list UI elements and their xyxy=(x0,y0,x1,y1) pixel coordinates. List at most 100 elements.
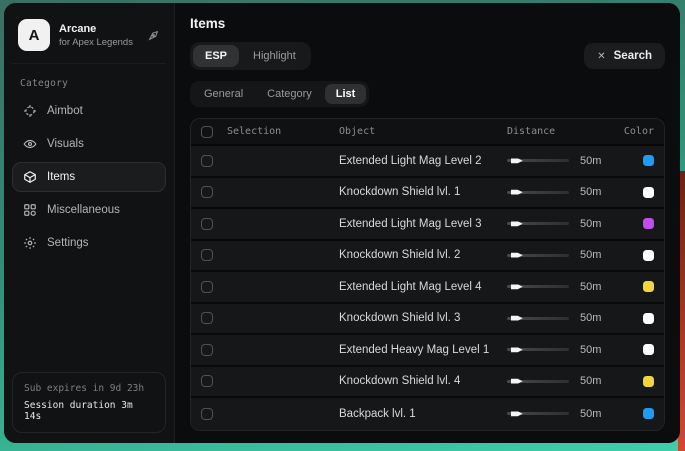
color-swatch[interactable] xyxy=(643,250,654,261)
table-row: Knockdown Shield lvl. 250m xyxy=(191,241,664,273)
distance-slider[interactable] xyxy=(507,317,569,320)
search-button-label: Search xyxy=(614,50,652,62)
app-window: A Arcane for Apex Legends Category Aimbo… xyxy=(4,3,680,443)
slider-thumb[interactable] xyxy=(511,316,523,321)
row-checkbox[interactable] xyxy=(201,218,213,230)
distance-slider[interactable] xyxy=(507,285,569,288)
row-checkbox[interactable] xyxy=(201,344,213,356)
app-logo: A xyxy=(18,19,50,51)
distance-cell: 50m xyxy=(507,408,612,420)
sidebar-item-label: Aimbot xyxy=(47,105,83,117)
table-row: Backpack lvl. 1 50m xyxy=(191,398,664,430)
table-row: Extended Light Mag Level 250m xyxy=(191,146,664,178)
distance-cell: 50m xyxy=(507,344,612,356)
column-selection: Selection xyxy=(227,126,339,137)
sidebar-item-label: Visuals xyxy=(47,138,84,150)
table-row: Extended Light Mag Level 350m xyxy=(191,209,664,241)
items-table: Selection Object Distance Color Extended… xyxy=(190,118,665,431)
distance-slider[interactable] xyxy=(507,254,569,257)
slider-thumb[interactable] xyxy=(511,158,523,163)
slider-thumb[interactable] xyxy=(511,411,523,416)
slider-thumb[interactable] xyxy=(511,347,523,352)
distance-slider[interactable] xyxy=(507,159,569,162)
distance-value: 50m xyxy=(580,281,606,293)
distance-slider[interactable] xyxy=(507,412,569,415)
row-checkbox[interactable] xyxy=(201,155,213,167)
color-cell xyxy=(612,376,654,387)
pin-icon[interactable] xyxy=(147,29,160,42)
table-header: Selection Object Distance Color xyxy=(191,119,664,146)
mode-tab-group: ESPHighlight xyxy=(190,42,311,70)
app-title-block: Arcane for Apex Legends xyxy=(59,23,133,48)
session-duration-text: Session duration 3m 14s xyxy=(24,400,154,422)
row-checkbox[interactable] xyxy=(201,408,213,420)
crosshair-icon xyxy=(23,104,37,118)
sidebar: A Arcane for Apex Legends Category Aimbo… xyxy=(4,3,174,443)
color-swatch[interactable] xyxy=(643,187,654,198)
main-panel: Items ESPHighlight ✕ Search GeneralCateg… xyxy=(174,3,680,443)
tab-esp[interactable]: ESP xyxy=(193,45,239,67)
distance-value: 50m xyxy=(580,408,606,420)
tab-highlight[interactable]: Highlight xyxy=(241,45,308,67)
distance-value: 50m xyxy=(580,249,606,261)
distance-value: 50m xyxy=(580,218,606,230)
view-tab-group: GeneralCategoryList xyxy=(190,81,369,107)
distance-slider[interactable] xyxy=(507,380,569,383)
row-checkbox[interactable] xyxy=(201,249,213,261)
sidebar-item-settings[interactable]: Settings xyxy=(12,228,166,258)
distance-value: 50m xyxy=(580,375,606,387)
table-row: Knockdown Shield lvl. 150m xyxy=(191,178,664,210)
distance-value: 50m xyxy=(580,186,606,198)
color-cell xyxy=(612,218,654,229)
tab-category[interactable]: Category xyxy=(256,84,323,104)
row-checkbox[interactable] xyxy=(201,312,213,324)
app-name: Arcane xyxy=(59,23,133,35)
distance-slider[interactable] xyxy=(507,191,569,194)
distance-slider[interactable] xyxy=(507,348,569,351)
color-cell xyxy=(612,250,654,261)
slider-thumb[interactable] xyxy=(511,190,523,195)
search-button[interactable]: ✕ Search xyxy=(584,43,665,69)
row-checkbox[interactable] xyxy=(201,281,213,293)
sidebar-item-visuals[interactable]: Visuals xyxy=(12,129,166,159)
object-name: Knockdown Shield lvl. 3 xyxy=(339,312,507,324)
sidebar-item-label: Miscellaneous xyxy=(47,204,120,216)
color-swatch[interactable] xyxy=(643,281,654,292)
object-name: Backpack lvl. 1 xyxy=(339,408,507,420)
sidebar-item-aimbot[interactable]: Aimbot xyxy=(12,96,166,126)
grid-icon xyxy=(23,203,37,217)
select-all-checkbox[interactable] xyxy=(201,126,213,138)
row-checkbox[interactable] xyxy=(201,375,213,387)
color-swatch[interactable] xyxy=(643,155,654,166)
slider-thumb[interactable] xyxy=(511,284,523,289)
object-name: Knockdown Shield lvl. 4 xyxy=(339,375,507,387)
sidebar-item-items[interactable]: Items xyxy=(12,162,166,192)
sidebar-nav: Aimbot Visuals Items Miscellaneous Settings xyxy=(12,93,166,261)
distance-cell: 50m xyxy=(507,249,612,261)
color-swatch[interactable] xyxy=(643,218,654,229)
table-row: Extended Heavy Mag Level 150m xyxy=(191,335,664,367)
distance-slider[interactable] xyxy=(507,222,569,225)
color-swatch[interactable] xyxy=(643,376,654,387)
distance-cell: 50m xyxy=(507,281,612,293)
color-cell xyxy=(612,155,654,166)
page-title: Items xyxy=(190,16,665,31)
app-header: A Arcane for Apex Legends xyxy=(12,11,166,64)
color-swatch[interactable] xyxy=(643,344,654,355)
tab-list[interactable]: List xyxy=(325,84,367,104)
row-checkbox[interactable] xyxy=(201,186,213,198)
sidebar-item-miscellaneous[interactable]: Miscellaneous xyxy=(12,195,166,225)
color-swatch[interactable] xyxy=(643,408,654,419)
sidebar-item-label: Items xyxy=(47,171,75,183)
slider-thumb[interactable] xyxy=(511,221,523,226)
tab-general[interactable]: General xyxy=(193,84,254,104)
distance-value: 50m xyxy=(580,344,606,356)
slider-thumb[interactable] xyxy=(511,253,523,258)
category-label: Category xyxy=(12,72,166,93)
package-icon xyxy=(23,170,37,184)
color-swatch[interactable] xyxy=(643,313,654,324)
distance-value: 50m xyxy=(580,155,606,167)
slider-thumb[interactable] xyxy=(511,379,523,384)
eye-icon xyxy=(23,137,37,151)
distance-cell: 50m xyxy=(507,375,612,387)
